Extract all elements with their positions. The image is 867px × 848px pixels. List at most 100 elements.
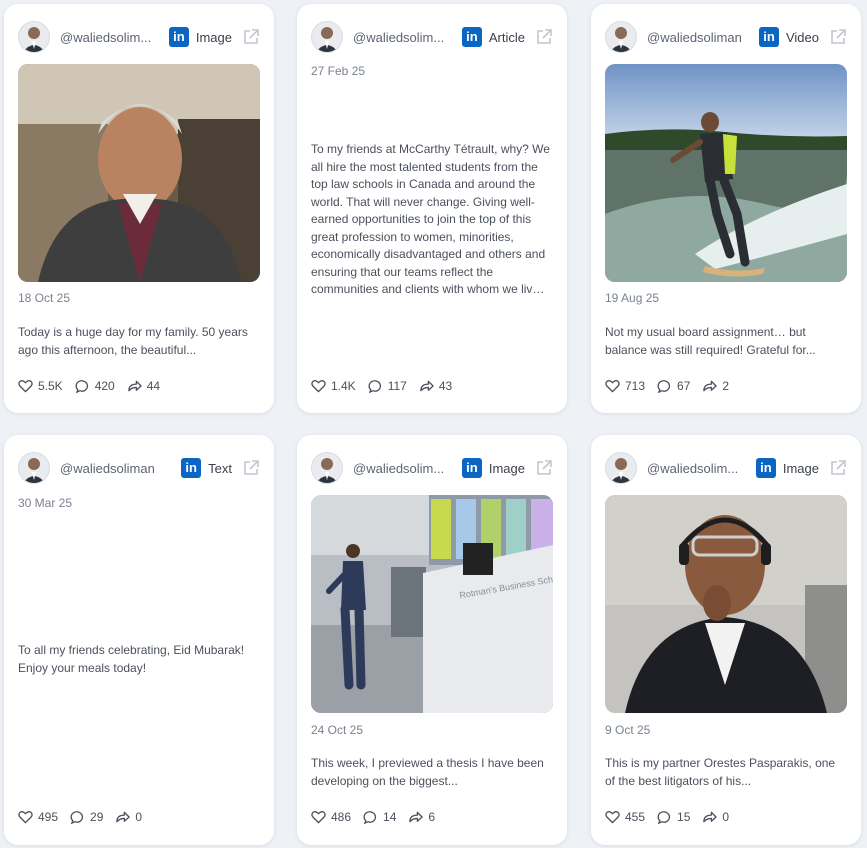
post-stats: 713 67 2 [605, 379, 741, 393]
post-image[interactable]: Rotman's Business School [311, 495, 553, 713]
comments-stat: 67 [657, 379, 690, 393]
likes-stat: 5.5K [18, 379, 63, 393]
external-link-icon[interactable] [242, 459, 260, 477]
external-link-icon[interactable] [829, 459, 847, 477]
comment-icon [657, 380, 671, 393]
likes-count: 486 [331, 810, 352, 824]
post-image[interactable] [18, 64, 260, 282]
heart-icon [18, 811, 33, 824]
share-icon [116, 811, 131, 823]
comments-count: 15 [677, 810, 691, 824]
shares-count: 6 [428, 810, 436, 824]
post-text[interactable]: This is my partner Orestes Pasparakis, o… [605, 755, 845, 790]
post-date: 27 Feb 25 [311, 64, 366, 78]
post-type-label: Image [782, 460, 819, 476]
likes-count: 713 [625, 379, 646, 393]
shares-stat: 43 [419, 379, 452, 393]
heart-icon [605, 811, 620, 824]
card-header: @waliedsoliman in Video [605, 20, 847, 54]
card-header: @waliedsolim... in Image [18, 20, 260, 54]
shares-count: 0 [135, 810, 143, 824]
comments-count: 67 [677, 379, 691, 393]
comments-count: 117 [387, 379, 407, 393]
post-card[interactable]: @waliedsolim... in Article 27 Feb 25 To … [297, 4, 567, 413]
post-text[interactable]: To all my friends celebrating, Eid Mubar… [18, 642, 258, 677]
comments-count: 14 [383, 810, 397, 824]
linkedin-icon: in [181, 458, 202, 478]
author-handle[interactable]: @waliedsolim... [647, 461, 738, 476]
post-card[interactable]: @waliedsolim... in Image 18 Oct 25 Today… [4, 4, 274, 413]
comments-stat: 14 [363, 810, 396, 824]
post-stats: 5.5K 420 44 [18, 379, 172, 393]
comments-stat: 420 [75, 379, 115, 393]
card-header: @waliedsolim... in Image [311, 451, 553, 485]
comment-icon [75, 380, 88, 393]
external-link-icon[interactable] [535, 459, 553, 477]
post-date: 24 Oct 25 [311, 723, 364, 737]
avatar[interactable] [605, 452, 637, 484]
comments-stat: 117 [368, 379, 407, 393]
external-link-icon[interactable] [535, 28, 553, 46]
author-handle[interactable]: @waliedsolim... [353, 461, 444, 476]
post-type-label: Article [488, 29, 525, 45]
post-date: 19 Aug 25 [605, 291, 660, 305]
post-card[interactable]: @waliedsoliman in Video 19 Aug 25 Not my… [591, 4, 861, 413]
post-stats: 1.4K 117 43 [311, 379, 464, 393]
posts-grid: @waliedsolim... in Image 18 Oct 25 Today… [0, 0, 867, 848]
post-stats: 455 15 0 [605, 810, 741, 824]
post-text[interactable]: Not my usual board assignment… but balan… [605, 324, 845, 359]
comments-stat: 29 [70, 810, 103, 824]
linkedin-icon: in [461, 27, 482, 47]
likes-count: 1.4K [331, 379, 356, 393]
post-card[interactable]: @waliedsolim... in Image 9 Oct 25 This i… [591, 435, 861, 845]
post-text[interactable]: This week, I previewed a thesis I have b… [311, 755, 551, 790]
post-date: 30 Mar 25 [18, 496, 73, 510]
post-image[interactable] [605, 495, 847, 713]
post-type-label: Image [488, 460, 525, 476]
likes-count: 5.5K [38, 379, 63, 393]
shares-count: 0 [722, 810, 730, 824]
avatar[interactable] [18, 452, 50, 484]
comment-icon [70, 811, 84, 824]
avatar[interactable] [605, 21, 637, 53]
linkedin-icon: in [461, 458, 482, 478]
author-handle[interactable]: @waliedsoliman [60, 461, 155, 476]
likes-stat: 486 [311, 810, 351, 824]
likes-stat: 1.4K [311, 379, 356, 393]
post-text[interactable]: To my friends at McCarthy Tétrault, why?… [311, 141, 551, 299]
author-handle[interactable]: @waliedsolim... [60, 30, 151, 45]
likes-stat: 495 [18, 810, 58, 824]
post-type-label: Video [785, 29, 819, 45]
shares-stat: 0 [115, 810, 142, 824]
post-text[interactable]: Today is a huge day for my family. 50 ye… [18, 324, 258, 359]
avatar[interactable] [311, 452, 343, 484]
external-link-icon[interactable] [829, 28, 847, 46]
share-icon [703, 380, 718, 392]
shares-stat: 0 [702, 810, 729, 824]
post-type-label: Image [195, 29, 232, 45]
post-date: 18 Oct 25 [18, 291, 71, 305]
author-handle[interactable]: @waliedsoliman [647, 30, 742, 45]
author-handle[interactable]: @waliedsolim... [353, 30, 444, 45]
share-icon [127, 380, 142, 392]
comments-stat: 15 [657, 810, 690, 824]
heart-icon [311, 380, 326, 393]
shares-count: 43 [438, 379, 453, 393]
likes-count: 495 [38, 810, 59, 824]
shares-count: 2 [722, 379, 730, 393]
comments-count: 29 [90, 810, 104, 824]
avatar[interactable] [18, 21, 50, 53]
shares-stat: 44 [127, 379, 160, 393]
external-link-icon[interactable] [242, 28, 260, 46]
avatar[interactable] [311, 21, 343, 53]
heart-icon [605, 380, 620, 393]
post-video-thumbnail[interactable] [605, 64, 847, 282]
likes-count: 455 [625, 810, 646, 824]
post-card[interactable]: @waliedsoliman in Text 30 Mar 25 To all … [4, 435, 274, 845]
likes-stat: 713 [605, 379, 645, 393]
post-date: 9 Oct 25 [605, 723, 651, 737]
post-card[interactable]: @waliedsolim... in Image Rotman's Busine… [297, 435, 567, 845]
shares-stat: 2 [702, 379, 729, 393]
heart-icon [311, 811, 326, 824]
share-icon [703, 811, 718, 823]
